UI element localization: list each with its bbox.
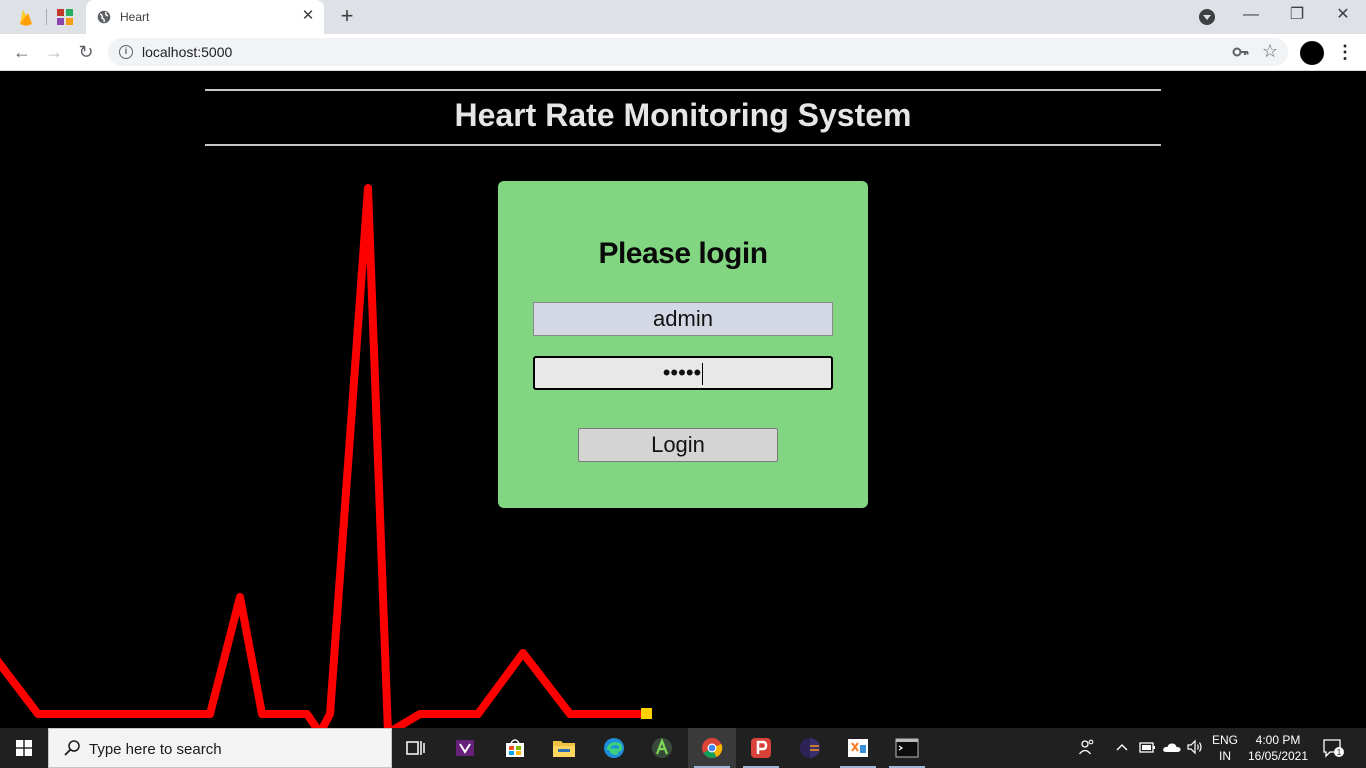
profile-avatar[interactable]	[1300, 41, 1324, 65]
close-window-button[interactable]: ✕	[1329, 4, 1357, 28]
windows-logo-icon	[16, 740, 32, 756]
tab-separator	[46, 9, 47, 25]
reload-button[interactable]: ↻	[74, 41, 98, 63]
clock-time: 4:00 PM	[1255, 733, 1301, 747]
globe-icon	[97, 10, 111, 24]
show-hidden-icons-chevron-icon[interactable]	[1115, 738, 1129, 759]
file-explorer-icon[interactable]	[540, 728, 588, 768]
postman-icon[interactable]	[737, 728, 785, 768]
task-view-icon[interactable]	[392, 728, 440, 768]
browser-menu-icon[interactable]: ⋮	[1336, 43, 1354, 63]
start-button[interactable]	[0, 728, 48, 768]
login-form: Please login admin ••••• Login	[498, 181, 868, 508]
language-code: ENG	[1212, 733, 1239, 747]
browser-toolbar: ← → ↻ i localhost:5000 ☆ ⋮	[0, 34, 1366, 71]
search-icon	[64, 740, 80, 756]
visual-studio-icon[interactable]	[441, 728, 489, 768]
maximize-button[interactable]: ❐	[1283, 4, 1311, 28]
browser-tabstrip: Heart ✕ + — ❐ ✕	[0, 0, 1366, 34]
new-tab-button[interactable]: +	[336, 5, 358, 28]
site-info-icon[interactable]: i	[119, 45, 133, 59]
notifications-icon[interactable]: 1	[1322, 738, 1344, 758]
volume-icon[interactable]	[1186, 738, 1204, 759]
pinned-tab-app-icon[interactable]	[53, 6, 77, 28]
edge-icon[interactable]	[590, 728, 638, 768]
page-title: Heart Rate Monitoring System	[454, 97, 912, 133]
key-icon[interactable]	[1232, 44, 1250, 60]
terminal-icon[interactable]	[883, 728, 931, 768]
login-button[interactable]: Login	[578, 428, 778, 462]
title-divider-bottom	[205, 144, 1161, 146]
forward-button[interactable]: →	[42, 41, 66, 63]
taskbar-search-box[interactable]: Type here to search	[48, 728, 392, 768]
tab-search-icon[interactable]	[1199, 9, 1215, 25]
android-studio-icon[interactable]	[638, 728, 686, 768]
page-content: Heart Rate Monitoring System Please logi…	[0, 71, 1366, 728]
text-caret	[702, 363, 704, 386]
eclipse-icon[interactable]	[786, 728, 834, 768]
login-heading: Please login	[598, 237, 768, 270]
windows-taskbar: Type here to search ENG IN 4:00 PM 16/05…	[0, 728, 1366, 768]
people-icon[interactable]	[1078, 738, 1096, 759]
xampp-icon[interactable]	[834, 728, 882, 768]
title-divider-top	[205, 89, 1161, 91]
tab-close-icon[interactable]: ✕	[300, 8, 316, 24]
search-placeholder: Type here to search	[89, 741, 222, 758]
address-bar[interactable]: i localhost:5000 ☆	[108, 38, 1288, 66]
url-text[interactable]: localhost:5000	[142, 44, 232, 60]
onedrive-cloud-icon[interactable]	[1162, 738, 1182, 759]
minimize-button[interactable]: —	[1237, 4, 1265, 28]
battery-icon[interactable]	[1138, 738, 1156, 759]
username-input[interactable]: admin	[533, 302, 833, 336]
svg-text:1: 1	[1337, 748, 1342, 757]
password-input[interactable]: •••••	[533, 356, 833, 390]
language-indicator[interactable]: ENG IN	[1212, 732, 1238, 764]
pinned-tab-firebase-icon[interactable]	[14, 6, 38, 28]
keyboard-region: IN	[1219, 749, 1231, 763]
taskbar-clock[interactable]: 4:00 PM 16/05/2021	[1244, 732, 1312, 764]
tab-heart[interactable]: Heart ✕	[86, 0, 324, 34]
password-mask: •••••	[662, 360, 702, 385]
chrome-icon[interactable]	[688, 728, 736, 768]
clock-date: 16/05/2021	[1247, 749, 1309, 763]
store-icon[interactable]	[491, 728, 539, 768]
back-button[interactable]: ←	[10, 41, 34, 63]
tab-title: Heart	[120, 10, 150, 24]
bookmark-star-icon[interactable]: ☆	[1262, 41, 1278, 62]
